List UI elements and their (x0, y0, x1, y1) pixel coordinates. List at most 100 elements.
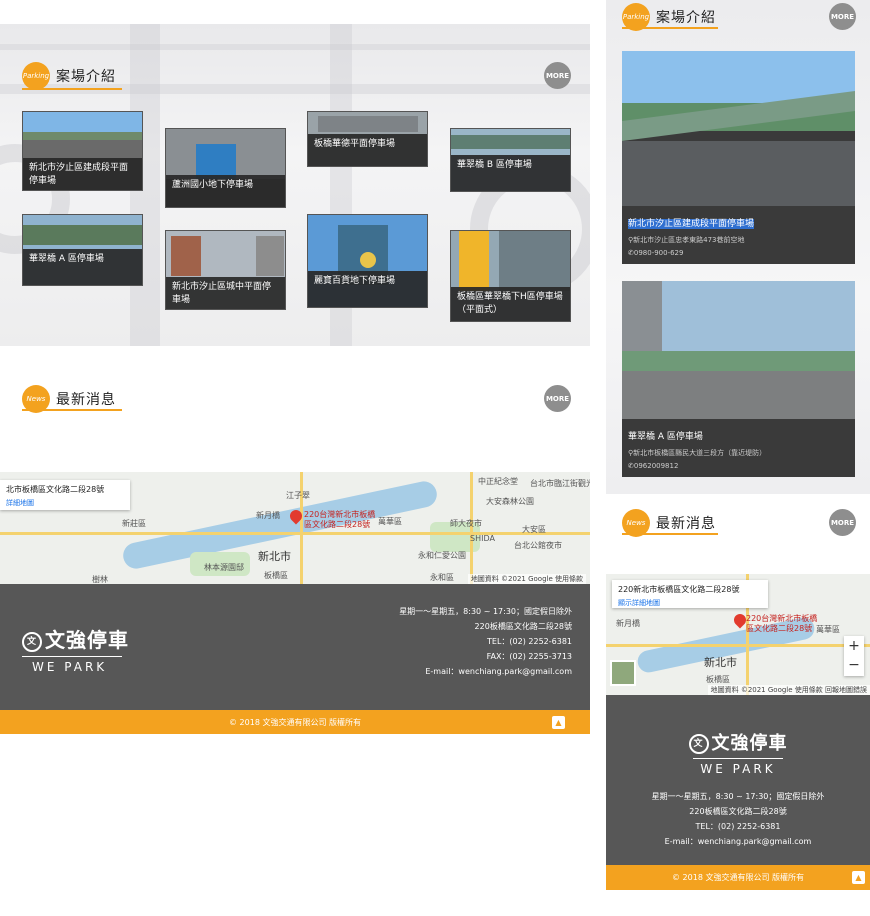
copyright-text: © 2018 文強交通有限公司 版權所有 (672, 873, 804, 882)
section-underline (22, 409, 122, 411)
copyright-bar: © 2018 文強交通有限公司 版權所有 (0, 710, 590, 734)
infobox-title: 北市板橋區文化路二段28號 (6, 485, 105, 494)
map-label: 永和區 (430, 573, 454, 582)
map-pin-label: 220台灣新北市板橋區文化路二段28號 (746, 614, 818, 633)
parking-tile[interactable]: 麗寶百貨地下停車場 (307, 214, 428, 308)
back-to-top-icon[interactable]: ▲ (852, 871, 865, 884)
map-label: SHIDA (470, 534, 495, 543)
parking-tile[interactable]: 華翠橋 B 區停車場 (450, 128, 571, 192)
map-label: 板橋區 (706, 675, 730, 684)
map-label: 林本源園邸 (204, 563, 244, 572)
logo-subtext: WE PARK (32, 660, 108, 674)
map-label: 板橋區 (264, 571, 288, 580)
footer-email[interactable]: E-mail：wenchiang.park@gmail.com (606, 834, 870, 849)
map-label: 新月橋 (616, 619, 640, 628)
map-label: 新莊區 (122, 519, 146, 528)
zoom-out-button[interactable]: − (844, 656, 864, 676)
google-map[interactable]: 中正紀念堂 台北市臨江街觀光夜市 大安森林公園 新莊區 江子翠 萬華區 新月橋 … (0, 472, 590, 584)
card-name: 新北市汐止區建成段平面停車場 (628, 219, 755, 229)
infobox-link[interactable]: 顯示詳細地圖 (618, 598, 762, 608)
tile-label: 板橋華德平面停車場 (308, 134, 427, 166)
infobox-link[interactable]: 詳細地圖 (6, 498, 124, 508)
tile-label: 新北市汐止區城中平面停車場 (166, 277, 285, 309)
zoom-in-button[interactable]: + (844, 636, 864, 656)
parking-tile[interactable]: 新北市汐止區城中平面停車場 (165, 230, 286, 310)
logo-icon: 文 (22, 631, 42, 652)
news-more-button[interactable]: MORE (544, 385, 571, 412)
parking-tile[interactable]: 蘆洲國小地下停車場 (165, 128, 286, 208)
footer-tel: TEL：(02) 2252-6381 (695, 822, 781, 831)
logo-subtext: WE PARK (700, 762, 776, 776)
section-title: 案場介紹 (56, 69, 116, 85)
footer-hours: 星期一～星期五，8:30 ~ 17:30；國定假日除外 (651, 792, 825, 801)
map-label: 新北市 (704, 656, 737, 669)
map-label: 萬華區 (378, 517, 402, 526)
tile-label: 華翠橋 B 區停車場 (451, 155, 570, 191)
footer-email[interactable]: E-mail：wenchiang.park@gmail.com (399, 664, 572, 679)
map-label: 中正紀念堂 (478, 477, 518, 486)
footer-tel: TEL：(02) 2252-6381 (487, 637, 572, 646)
footer-logo: 文文強停車 WE PARK (22, 624, 129, 674)
map-pin-label: 220台灣新北市板橋區文化路二段28號 (304, 510, 376, 529)
footer-hours: 星期一～星期五，8:30 ~ 17:30；國定假日除外 (399, 607, 572, 616)
footer-logo: 文文強停車 WE PARK (606, 729, 870, 776)
card-address: 新北市板橋區縣民大道三段方（靠近堤防） (633, 449, 767, 457)
map-label: 師大夜市 (450, 519, 482, 528)
parking-badge: Parking (22, 62, 50, 90)
tile-label: 華翠橋 A 區停車場 (23, 249, 142, 285)
card-photo (622, 281, 855, 419)
back-to-top-icon[interactable]: ▲ (552, 716, 565, 729)
map-label: 江子翠 (286, 491, 310, 500)
tile-label: 新北市汐止區建成段平面停車場 (23, 158, 142, 190)
card-phone[interactable]: 0980-900-629 (634, 249, 684, 257)
map-road (606, 644, 870, 647)
mobile-copyright-bar: © 2018 文強交通有限公司 版權所有 (606, 865, 870, 890)
section-underline (622, 27, 718, 29)
map-label: 萬華區 (816, 625, 840, 634)
map-infobox: 220新北市板橋區文化路二段28號 顯示詳細地圖 (612, 580, 768, 608)
footer-fax: FAX：(02) 2255-3713 (486, 652, 572, 661)
map-label: 新月橋 (256, 511, 280, 520)
parking-tile[interactable]: 板橋華德平面停車場 (307, 111, 428, 167)
section-title: 最新消息 (656, 516, 716, 532)
map-road (0, 532, 590, 535)
map-attribution: 地圖資料 ©2021 Google 使用條款 (467, 574, 586, 584)
card-phone[interactable]: 0962009812 (634, 462, 679, 470)
mobile-google-map[interactable]: 新月橋 萬華區 新北市 板橋區 220台灣新北市板橋區文化路二段28號 220新… (606, 574, 870, 695)
mobile-footer: 文文強停車 WE PARK 星期一～星期五，8:30 ~ 17:30；國定假日除… (606, 695, 870, 865)
map-label: 台北市臨江街觀光夜市 (530, 479, 590, 488)
parking-tile[interactable]: 華翠橋 A 區停車場 (22, 214, 143, 286)
map-label: 大安森林公園 (486, 497, 534, 506)
map-attribution: 地圖資料 ©2021 Google 使用條款 回報地圖錯誤 (707, 685, 870, 695)
parking-tile[interactable]: 新北市汐止區建成段平面停車場 (22, 111, 143, 191)
parking-card[interactable]: 新北市汐止區建成段平面停車場 ⚲新北市汐止區忠孝東路473巷前空地 ✆0980-… (622, 51, 855, 264)
map-road (300, 472, 303, 584)
mobile-news-more-button[interactable]: MORE (829, 509, 856, 536)
parking-section-header: Parking 案場介紹 (22, 62, 116, 90)
parking-card[interactable]: 華翠橋 A 區停車場 ⚲新北市板橋區縣民大道三段方（靠近堤防） ✆0962009… (622, 281, 855, 477)
map-label: 台北公館夜市 (514, 541, 562, 550)
tile-label: 麗寶百貨地下停車場 (308, 271, 427, 307)
footer-address: 220板橋區文化路二段28號 (689, 807, 787, 816)
card-address: 新北市汐止區忠孝東路473巷前空地 (633, 236, 745, 244)
section-title: 案場介紹 (656, 10, 716, 26)
footer-address: 220板橋區文化路二段28號 (474, 622, 572, 631)
parking-tile[interactable]: 板橋區華翠橋下H區停車場（平面式） (450, 230, 571, 322)
section-underline (22, 88, 122, 90)
tile-label: 板橋區華翠橋下H區停車場（平面式） (451, 287, 570, 321)
parking-more-button[interactable]: MORE (544, 62, 571, 89)
map-label: 大安區 (522, 525, 546, 534)
card-name: 華翠橋 A 區停車場 (628, 432, 703, 442)
tile-label: 蘆洲國小地下停車場 (166, 175, 285, 207)
mobile-parking-more-button[interactable]: MORE (829, 3, 856, 30)
map-label: 永和仁愛公園 (418, 551, 466, 560)
map-satellite-toggle[interactable] (610, 660, 636, 686)
section-title: 最新消息 (56, 392, 116, 408)
card-photo (622, 51, 855, 206)
map-label: 新北市 (258, 550, 291, 563)
map-zoom-control: + − (844, 636, 864, 676)
logo-text: 文強停車 (45, 628, 129, 652)
map-label: 樹林 (92, 575, 108, 584)
logo-text: 文強停車 (711, 733, 788, 754)
logo-icon: 文 (688, 734, 709, 754)
